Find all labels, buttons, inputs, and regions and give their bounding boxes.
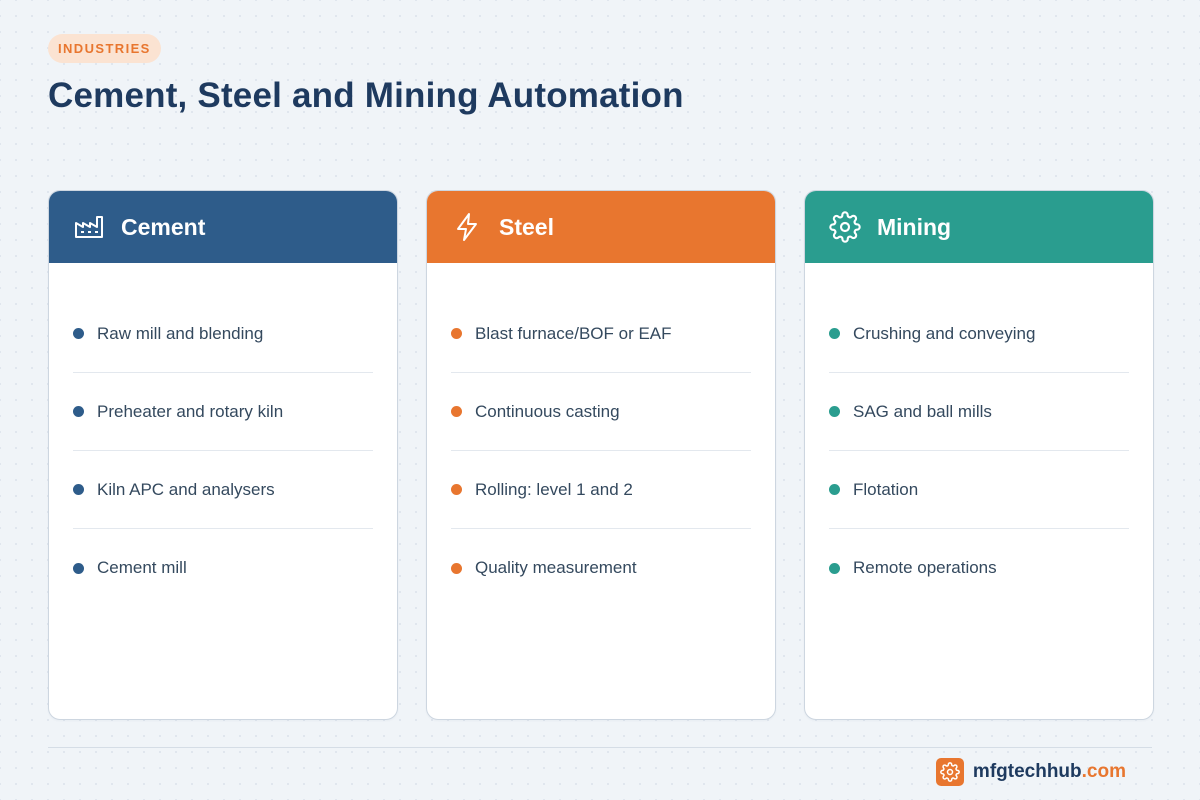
bullet-dot [451,406,462,417]
page-title: Cement, Steel and Mining Automation [48,76,684,115]
list-item-label: Continuous casting [475,401,620,421]
list-item: Raw mill and blending [73,295,373,373]
list-item: Cement mill [73,529,373,607]
bullet-dot [451,562,462,574]
list-item: Rolling: level 1 and 2 [451,451,751,529]
list-item-label: SAG and ball mills [853,401,992,421]
list-item: Kiln APC and analysers [73,451,373,529]
list-item-label: Rolling: level 1 and 2 [475,479,633,499]
list-item-label: Cement mill [97,558,187,577]
list-item-label: Preheater and rotary kiln [97,401,284,421]
card-title: Mining [877,213,952,240]
card-steel: Steel Blast furnace/BOF or EAF Continuou… [426,190,776,720]
list-item: Continuous casting [451,373,751,451]
list-item: Quality measurement [451,529,751,607]
list-item-label: Crushing and conveying [853,323,1036,343]
bullet-dot [829,484,840,495]
list-item: Blast furnace/BOF or EAF [451,295,751,373]
card-mining: Mining Crushing and conveying SAG and ba… [804,190,1154,720]
section-badge: INDUSTRIES [48,34,161,63]
list-item: Crushing and conveying [829,295,1129,373]
gear-icon [829,211,861,243]
card-list: Raw mill and blending Preheater and rota… [49,263,397,607]
bullet-dot [73,328,84,339]
card-list: Crushing and conveying SAG and ball mill… [805,263,1153,607]
bullet-dot [829,562,840,574]
card-list: Blast furnace/BOF or EAF Continuous cast… [427,263,775,607]
factory-icon [73,211,105,243]
list-item-label: Raw mill and blending [97,323,264,343]
list-item-label: Blast furnace/BOF or EAF [475,323,672,343]
list-item: Remote operations [829,529,1129,607]
bullet-dot [451,328,462,339]
bullet-dot [451,484,462,495]
brand-name: mfgtechhub [972,761,1082,782]
bullet-dot [829,328,840,339]
card-header-steel: Steel [427,191,775,263]
industry-cards: Cement Raw mill and blending Preheater a… [48,190,1154,720]
lightning-bolt-icon [451,211,483,243]
bullet-dot [73,406,84,417]
list-item-label: Quality measurement [475,558,637,577]
card-title: Cement [121,213,206,240]
bullet-dot [73,562,84,574]
card-cement: Cement Raw mill and blending Preheater a… [48,190,398,720]
bullet-dot [829,406,840,417]
card-header-cement: Cement [49,191,397,263]
list-item-label: Remote operations [853,558,997,577]
list-item-label: Flotation [853,479,919,499]
brand-tld: .com [1081,761,1126,782]
list-item: Flotation [829,451,1129,529]
bullet-dot [73,484,84,495]
card-title: Steel [499,213,554,240]
card-header-mining: Mining [805,191,1153,263]
list-item-label: Kiln APC and analysers [97,479,275,499]
brand-wordmark: mfgtechhub.com [973,761,1126,783]
gear-icon [935,758,964,786]
brand-logo-link[interactable]: mfgtechhub.com [935,758,1126,786]
list-item: Preheater and rotary kiln [73,373,373,451]
list-item: SAG and ball mills [829,373,1129,451]
footer-divider [48,747,1152,748]
